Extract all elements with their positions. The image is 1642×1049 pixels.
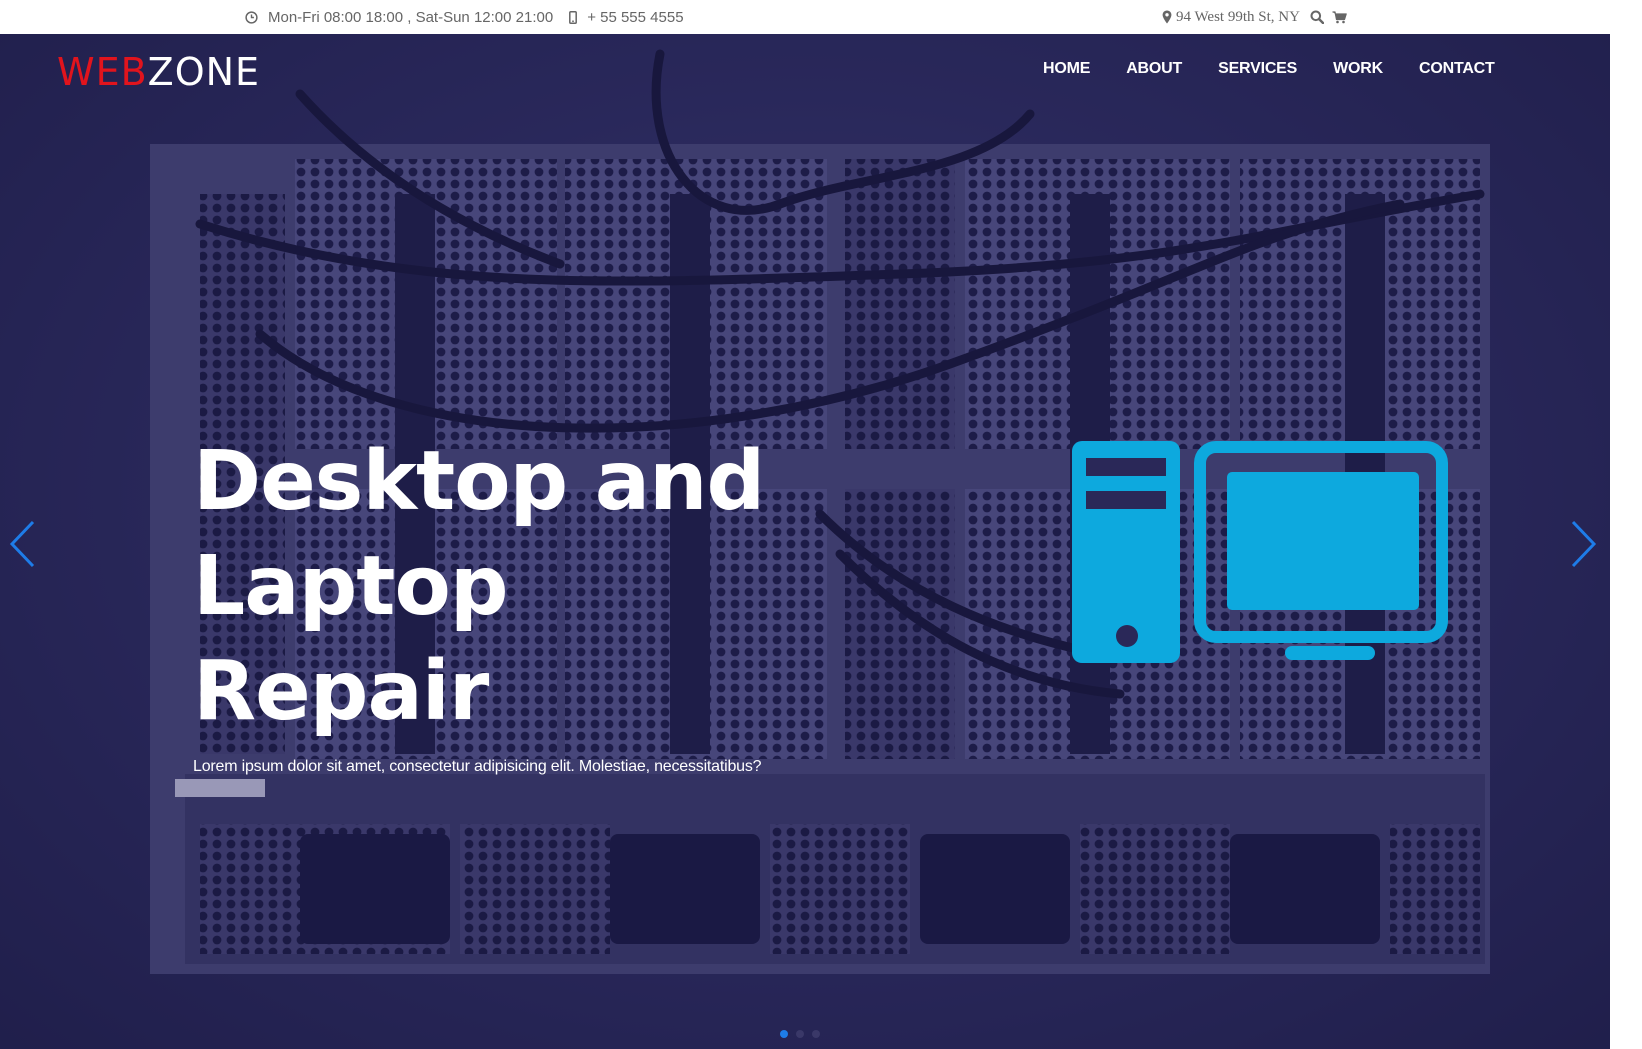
nav-work[interactable]: WORK [1333, 60, 1383, 78]
slide-title-line-1: Desktop and Laptop [193, 434, 765, 634]
slider-prev-button[interactable] [8, 519, 36, 574]
chevron-left-icon [9, 520, 35, 568]
slider-dot-1[interactable] [780, 1030, 788, 1038]
slide-caption: Desktop and Laptop Repair Lorem ipsum do… [193, 429, 1063, 776]
desktop-computer-icon [1072, 441, 1448, 663]
search-button[interactable] [1310, 10, 1324, 24]
slider-next-button[interactable] [1570, 519, 1598, 574]
mobile-phone-icon [569, 10, 578, 24]
slide-title-line-2: Repair [193, 644, 489, 739]
address: 94 West 99th St, NY [1162, 9, 1300, 26]
opening-hours: Mon-Fri 08:00 18:00 , Sat-Sun 12:00 21:0… [245, 9, 553, 26]
nav-about[interactable]: ABOUT [1126, 60, 1182, 78]
logo-text: ZONE [147, 50, 261, 94]
address-text: 94 West 99th St, NY [1176, 8, 1300, 25]
cart-button[interactable] [1332, 10, 1347, 24]
slide-title: Desktop and Laptop Repair [193, 429, 1063, 744]
site-logo[interactable]: WEBZONE [57, 50, 260, 94]
nav-services[interactable]: SERVICES [1218, 60, 1297, 78]
chevron-right-icon [1571, 520, 1597, 568]
search-icon [1310, 10, 1324, 24]
clock-icon [245, 10, 258, 24]
contact-info: Mon-Fri 08:00 18:00 , Sat-Sun 12:00 21:0… [245, 0, 700, 34]
topbar-right: 94 West 99th St, NY [1162, 0, 1355, 34]
hero-slider: WEBZONE HOME ABOUT SERVICES WORK CONTACT… [0, 34, 1610, 1049]
phone-number-text: + 55 555 4555 [587, 8, 684, 26]
logo-accent-text: WEB [57, 50, 148, 94]
nav-home[interactable]: HOME [1043, 60, 1090, 78]
top-info-bar: Mon-Fri 08:00 18:00 , Sat-Sun 12:00 21:0… [0, 0, 1642, 34]
slider-pagination [780, 1030, 828, 1038]
nav-contact[interactable]: CONTACT [1419, 60, 1495, 78]
slider-dot-2[interactable] [796, 1030, 804, 1038]
map-marker-icon [1162, 10, 1172, 24]
opening-hours-text: Mon-Fri 08:00 18:00 , Sat-Sun 12:00 21:0… [268, 8, 554, 26]
slider-dot-3[interactable] [812, 1030, 820, 1038]
shopping-cart-icon [1332, 10, 1347, 23]
phone-number: + 55 555 4555 [569, 8, 684, 26]
slide-subtitle: Lorem ipsum dolor sit amet, consectetur … [193, 758, 762, 775]
main-nav: HOME ABOUT SERVICES WORK CONTACT [1043, 60, 1531, 78]
